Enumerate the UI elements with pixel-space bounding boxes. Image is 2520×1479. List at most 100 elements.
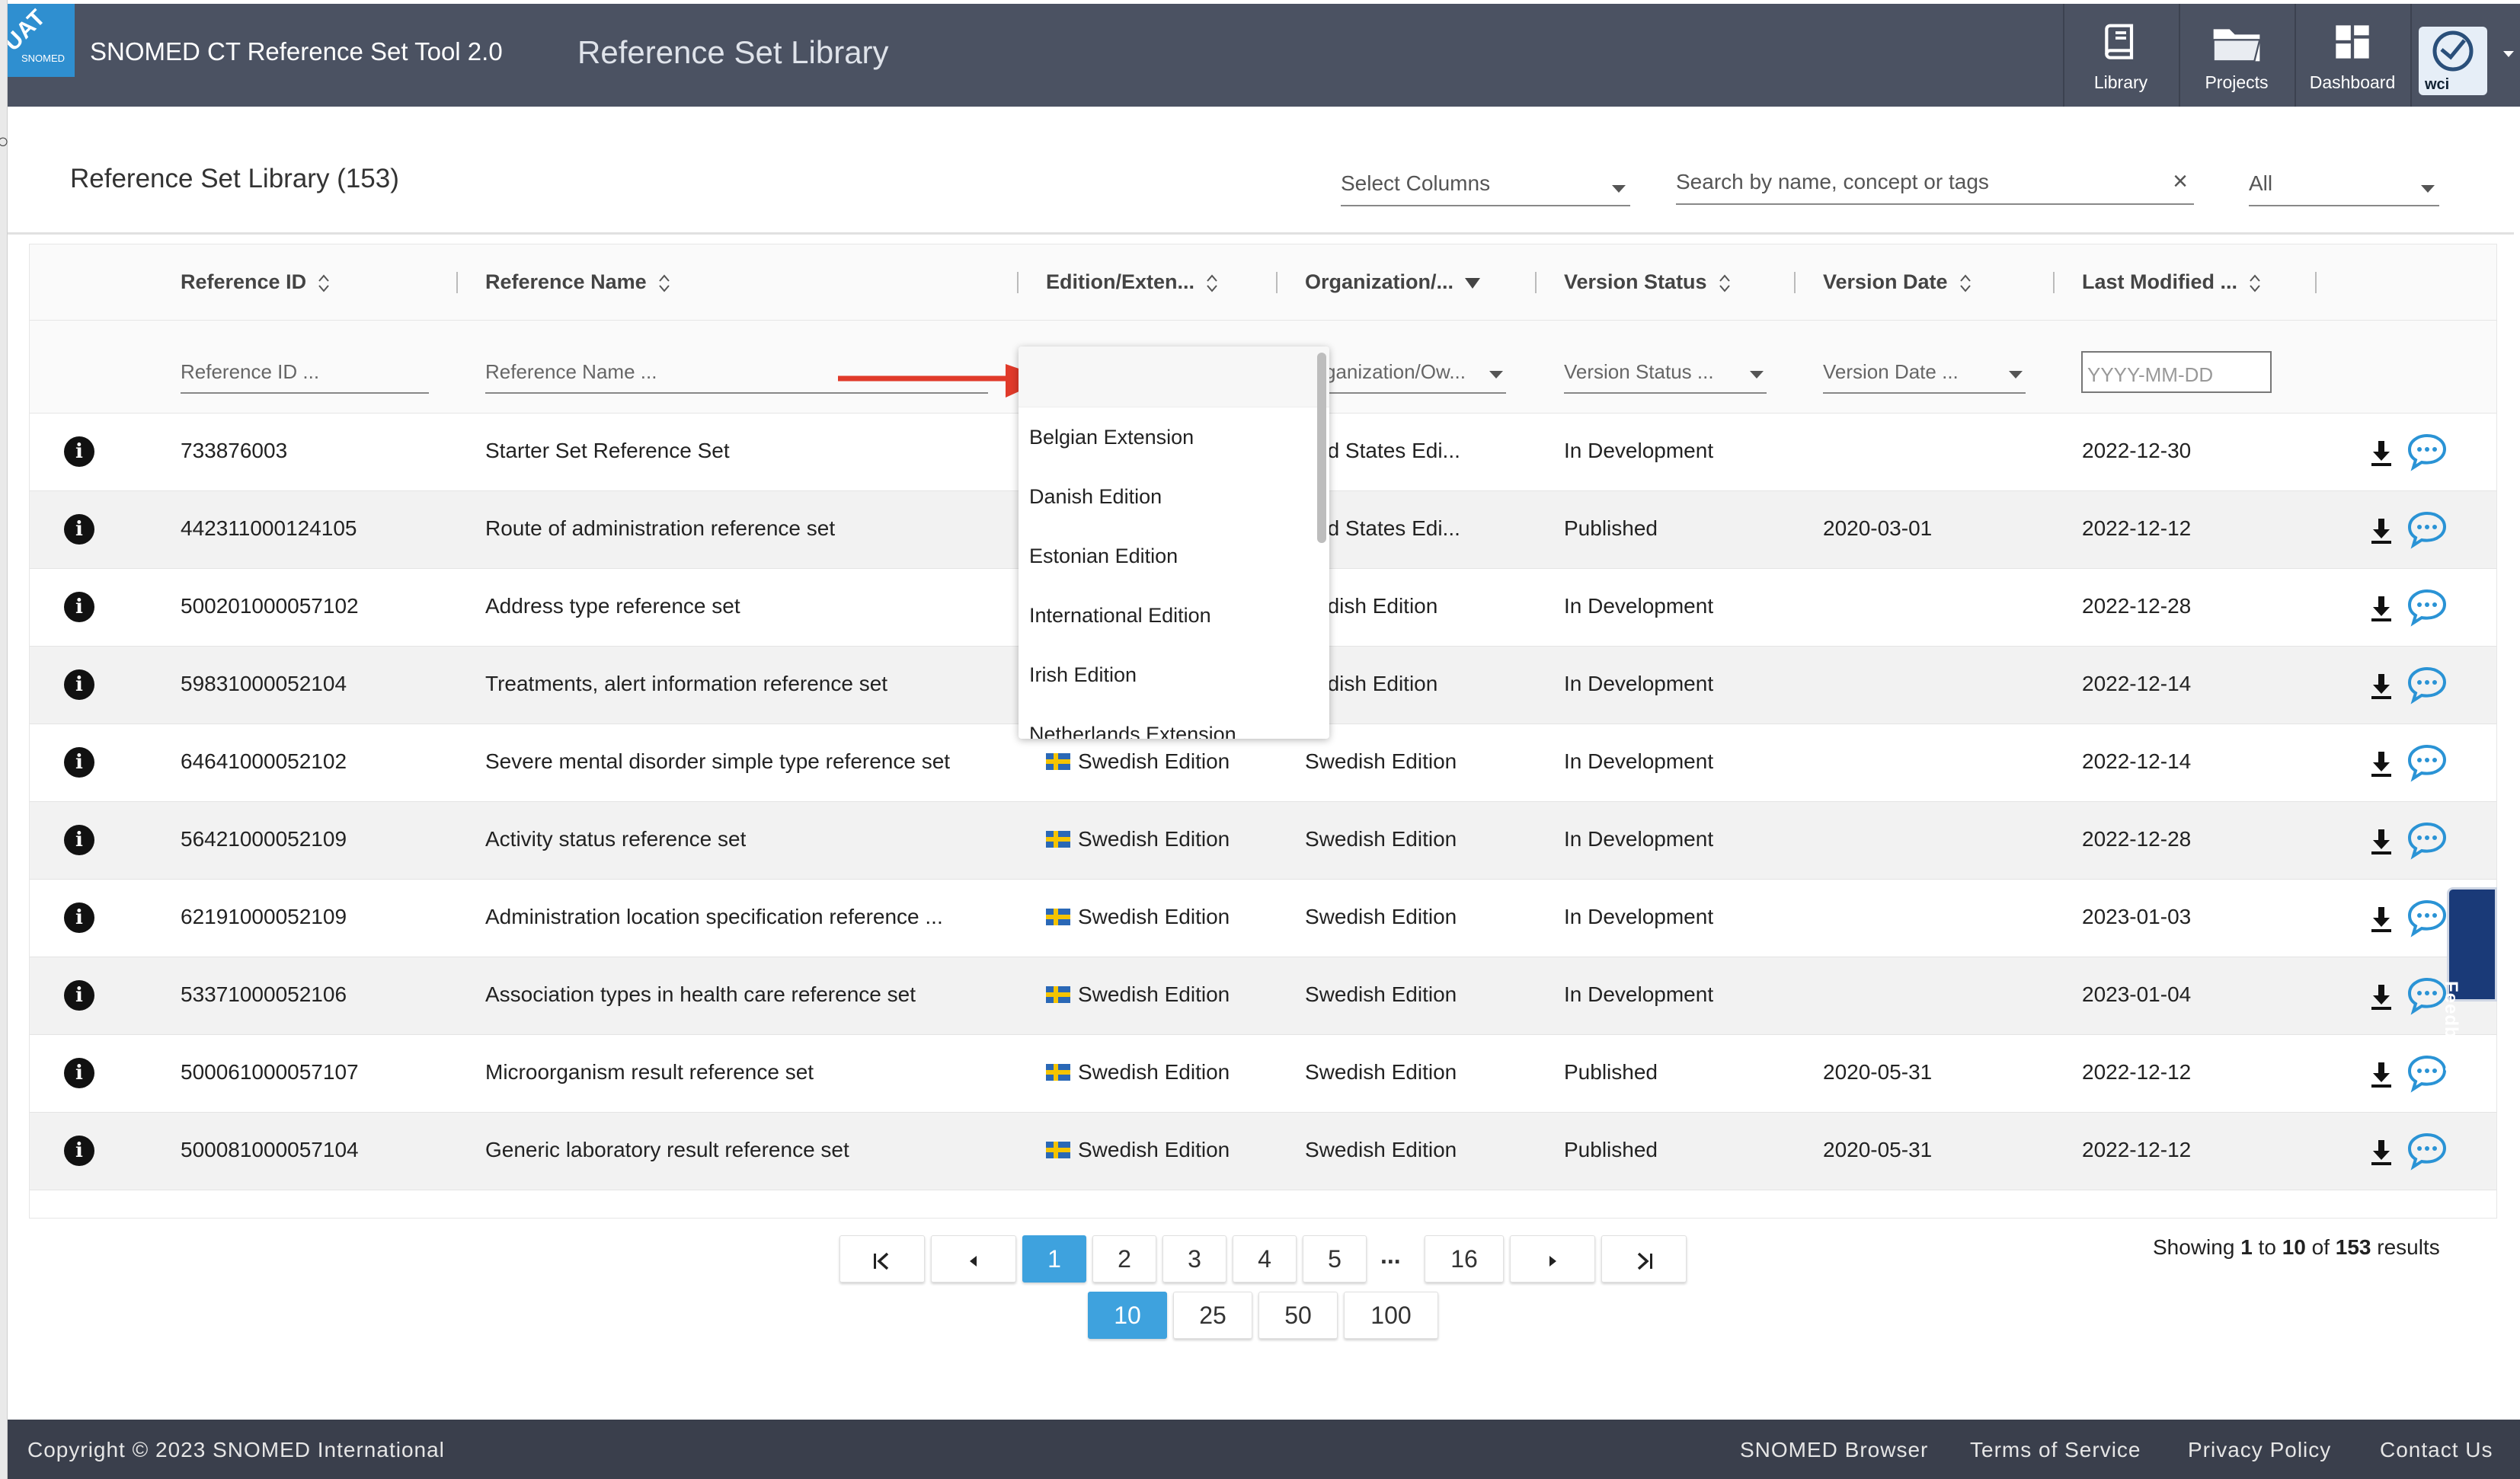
column-header-version-date[interactable]: Version Date [1823,270,1972,294]
info-icon[interactable]: i [64,592,94,622]
dropdown-scrollbar[interactable] [1317,353,1326,543]
page-button-2[interactable]: 2 [1092,1235,1156,1283]
page-button-4[interactable]: 4 [1233,1235,1297,1283]
comment-icon[interactable] [2406,1131,2448,1171]
first-page-button[interactable] [839,1235,925,1283]
filter-reference-id[interactable]: Reference ID ... [181,360,429,394]
info-icon[interactable]: i [64,1058,94,1088]
dropdown-option[interactable]: Netherlands Extension [1029,723,1236,739]
info-icon[interactable]: i [64,1136,94,1166]
column-header-last-modified[interactable]: Last Modified ... [2082,270,2262,294]
comment-icon[interactable] [2406,587,2448,627]
column-separator[interactable] [2053,272,2055,293]
column-separator[interactable] [456,272,458,293]
filter-version-date[interactable]: Version Date ... [1823,360,2026,394]
filter-organization[interactable]: ganization/Ow... [1325,360,1506,394]
page-size-25[interactable]: 25 [1173,1292,1252,1339]
comment-icon[interactable] [2406,898,2448,938]
info-icon[interactable]: i [64,980,94,1011]
comment-icon[interactable] [2406,432,2448,471]
nav-library-button[interactable]: Library [2063,4,2177,107]
footer-link-privacy[interactable]: Privacy Policy [2188,1438,2331,1462]
page-button-5[interactable]: 5 [1303,1235,1367,1283]
close-icon[interactable]: × [2173,167,2188,196]
dropdown-empty-option[interactable] [1019,347,1329,407]
footer-link-terms[interactable]: Terms of Service [1970,1438,2141,1462]
info-icon[interactable]: i [64,669,94,700]
search-placeholder: Search by name, concept or tags [1676,170,1989,193]
scope-select[interactable]: All [2249,164,2439,206]
download-icon[interactable] [2368,672,2394,700]
dropdown-option[interactable]: Irish Edition [1029,663,1137,687]
info-icon[interactable]: i [64,902,94,933]
previous-page-button[interactable] [931,1235,1016,1283]
comment-icon[interactable] [2406,665,2448,704]
download-icon[interactable] [2368,828,2394,855]
avatar[interactable]: wci [2419,27,2487,95]
download-icon[interactable] [2368,595,2394,622]
footer-link-snomed-browser[interactable]: SNOMED Browser [1740,1438,1928,1462]
download-icon[interactable] [2368,750,2394,778]
edition-filter-dropdown[interactable]: Belgian Extension Danish Edition Estonia… [1019,347,1329,739]
column-header-reference-id[interactable]: Reference ID [181,270,331,294]
footer-link-contact[interactable]: Contact Us [2380,1438,2493,1462]
reference-name-cell: Generic laboratory result reference set [485,1138,849,1162]
comment-icon[interactable] [2406,510,2448,549]
reference-name-cell-text: Microorganism result reference set [485,1060,814,1084]
version-status-cell-text: In Development [1564,827,1714,851]
info-icon[interactable]: i [64,514,94,545]
sort-icon [2250,274,2260,292]
column-separator[interactable] [1794,272,1796,293]
next-page-button[interactable] [1510,1235,1595,1283]
folder-icon [2212,29,2261,62]
version-date-cell: 2020-03-01 [1823,516,1932,541]
last-modified-cell-text: 2022-12-12 [2082,516,2192,540]
chevron-down-icon[interactable] [2503,51,2514,57]
info-icon[interactable]: i [64,747,94,778]
column-separator[interactable] [1017,272,1019,293]
dropdown-option[interactable]: Belgian Extension [1029,426,1194,449]
column-separator[interactable] [1276,272,1278,293]
table-row[interactable]: i 500081000057104 Generic laboratory resul… [30,1113,2496,1190]
download-icon[interactable] [2368,983,2394,1011]
download-icon[interactable] [2368,1139,2394,1166]
table-row[interactable]: i 56421000052109 Activity status reference… [30,802,2496,880]
page-button-3[interactable]: 3 [1162,1235,1226,1283]
table-row[interactable]: i 62191000052109 Administration location s… [30,880,2496,957]
dropdown-option[interactable]: Estonian Edition [1029,545,1178,568]
filter-last-modified-input[interactable]: YYYY-MM-DD [2081,351,2272,393]
filter-version-status[interactable]: Version Status ... [1564,360,1767,394]
dropdown-option[interactable]: Danish Edition [1029,485,1162,509]
page-size-50[interactable]: 50 [1258,1292,1338,1339]
swedish-flag-icon [1046,1142,1070,1158]
table-row[interactable]: i 500061000057107 Microorganism result ref… [30,1035,2496,1113]
snomed-logo[interactable]: UAT SNOMED [8,4,75,77]
download-icon[interactable] [2368,439,2394,467]
download-icon[interactable] [2368,906,2394,933]
feedback-tab[interactable]: Feedback [2441,887,2497,1072]
column-separator[interactable] [2315,272,2317,293]
dropdown-option[interactable]: International Edition [1029,604,1211,628]
nav-projects-button[interactable]: Projects [2179,4,2293,107]
page-size-100[interactable]: 100 [1344,1292,1438,1339]
page-size-10[interactable]: 10 [1088,1292,1167,1339]
page-button-1[interactable]: 1 [1022,1235,1086,1283]
download-icon[interactable] [2368,1061,2394,1088]
column-header-edition[interactable]: Edition/Exten... [1046,270,1219,294]
comment-icon[interactable] [2406,820,2448,860]
info-icon[interactable]: i [64,436,94,467]
table-row[interactable]: i 53371000052106 Association types in heal… [30,957,2496,1035]
column-separator[interactable] [1535,272,1537,293]
last-page-button[interactable] [1601,1235,1687,1283]
select-columns-dropdown[interactable]: Select Columns [1341,164,1630,206]
info-icon[interactable]: i [64,825,94,855]
comment-icon[interactable] [2406,743,2448,782]
column-header-version-status[interactable]: Version Status [1564,270,1732,294]
version-status-cell: In Development [1564,594,1713,618]
column-header-reference-name[interactable]: Reference Name [485,270,671,294]
download-icon[interactable] [2368,517,2394,545]
nav-dashboard-button[interactable]: Dashboard [2295,4,2409,107]
page-button-16[interactable]: 16 [1425,1235,1504,1283]
column-header-organization[interactable]: Organization/... [1305,270,1481,294]
search-input[interactable]: Search by name, concept or tags × [1676,162,2194,205]
